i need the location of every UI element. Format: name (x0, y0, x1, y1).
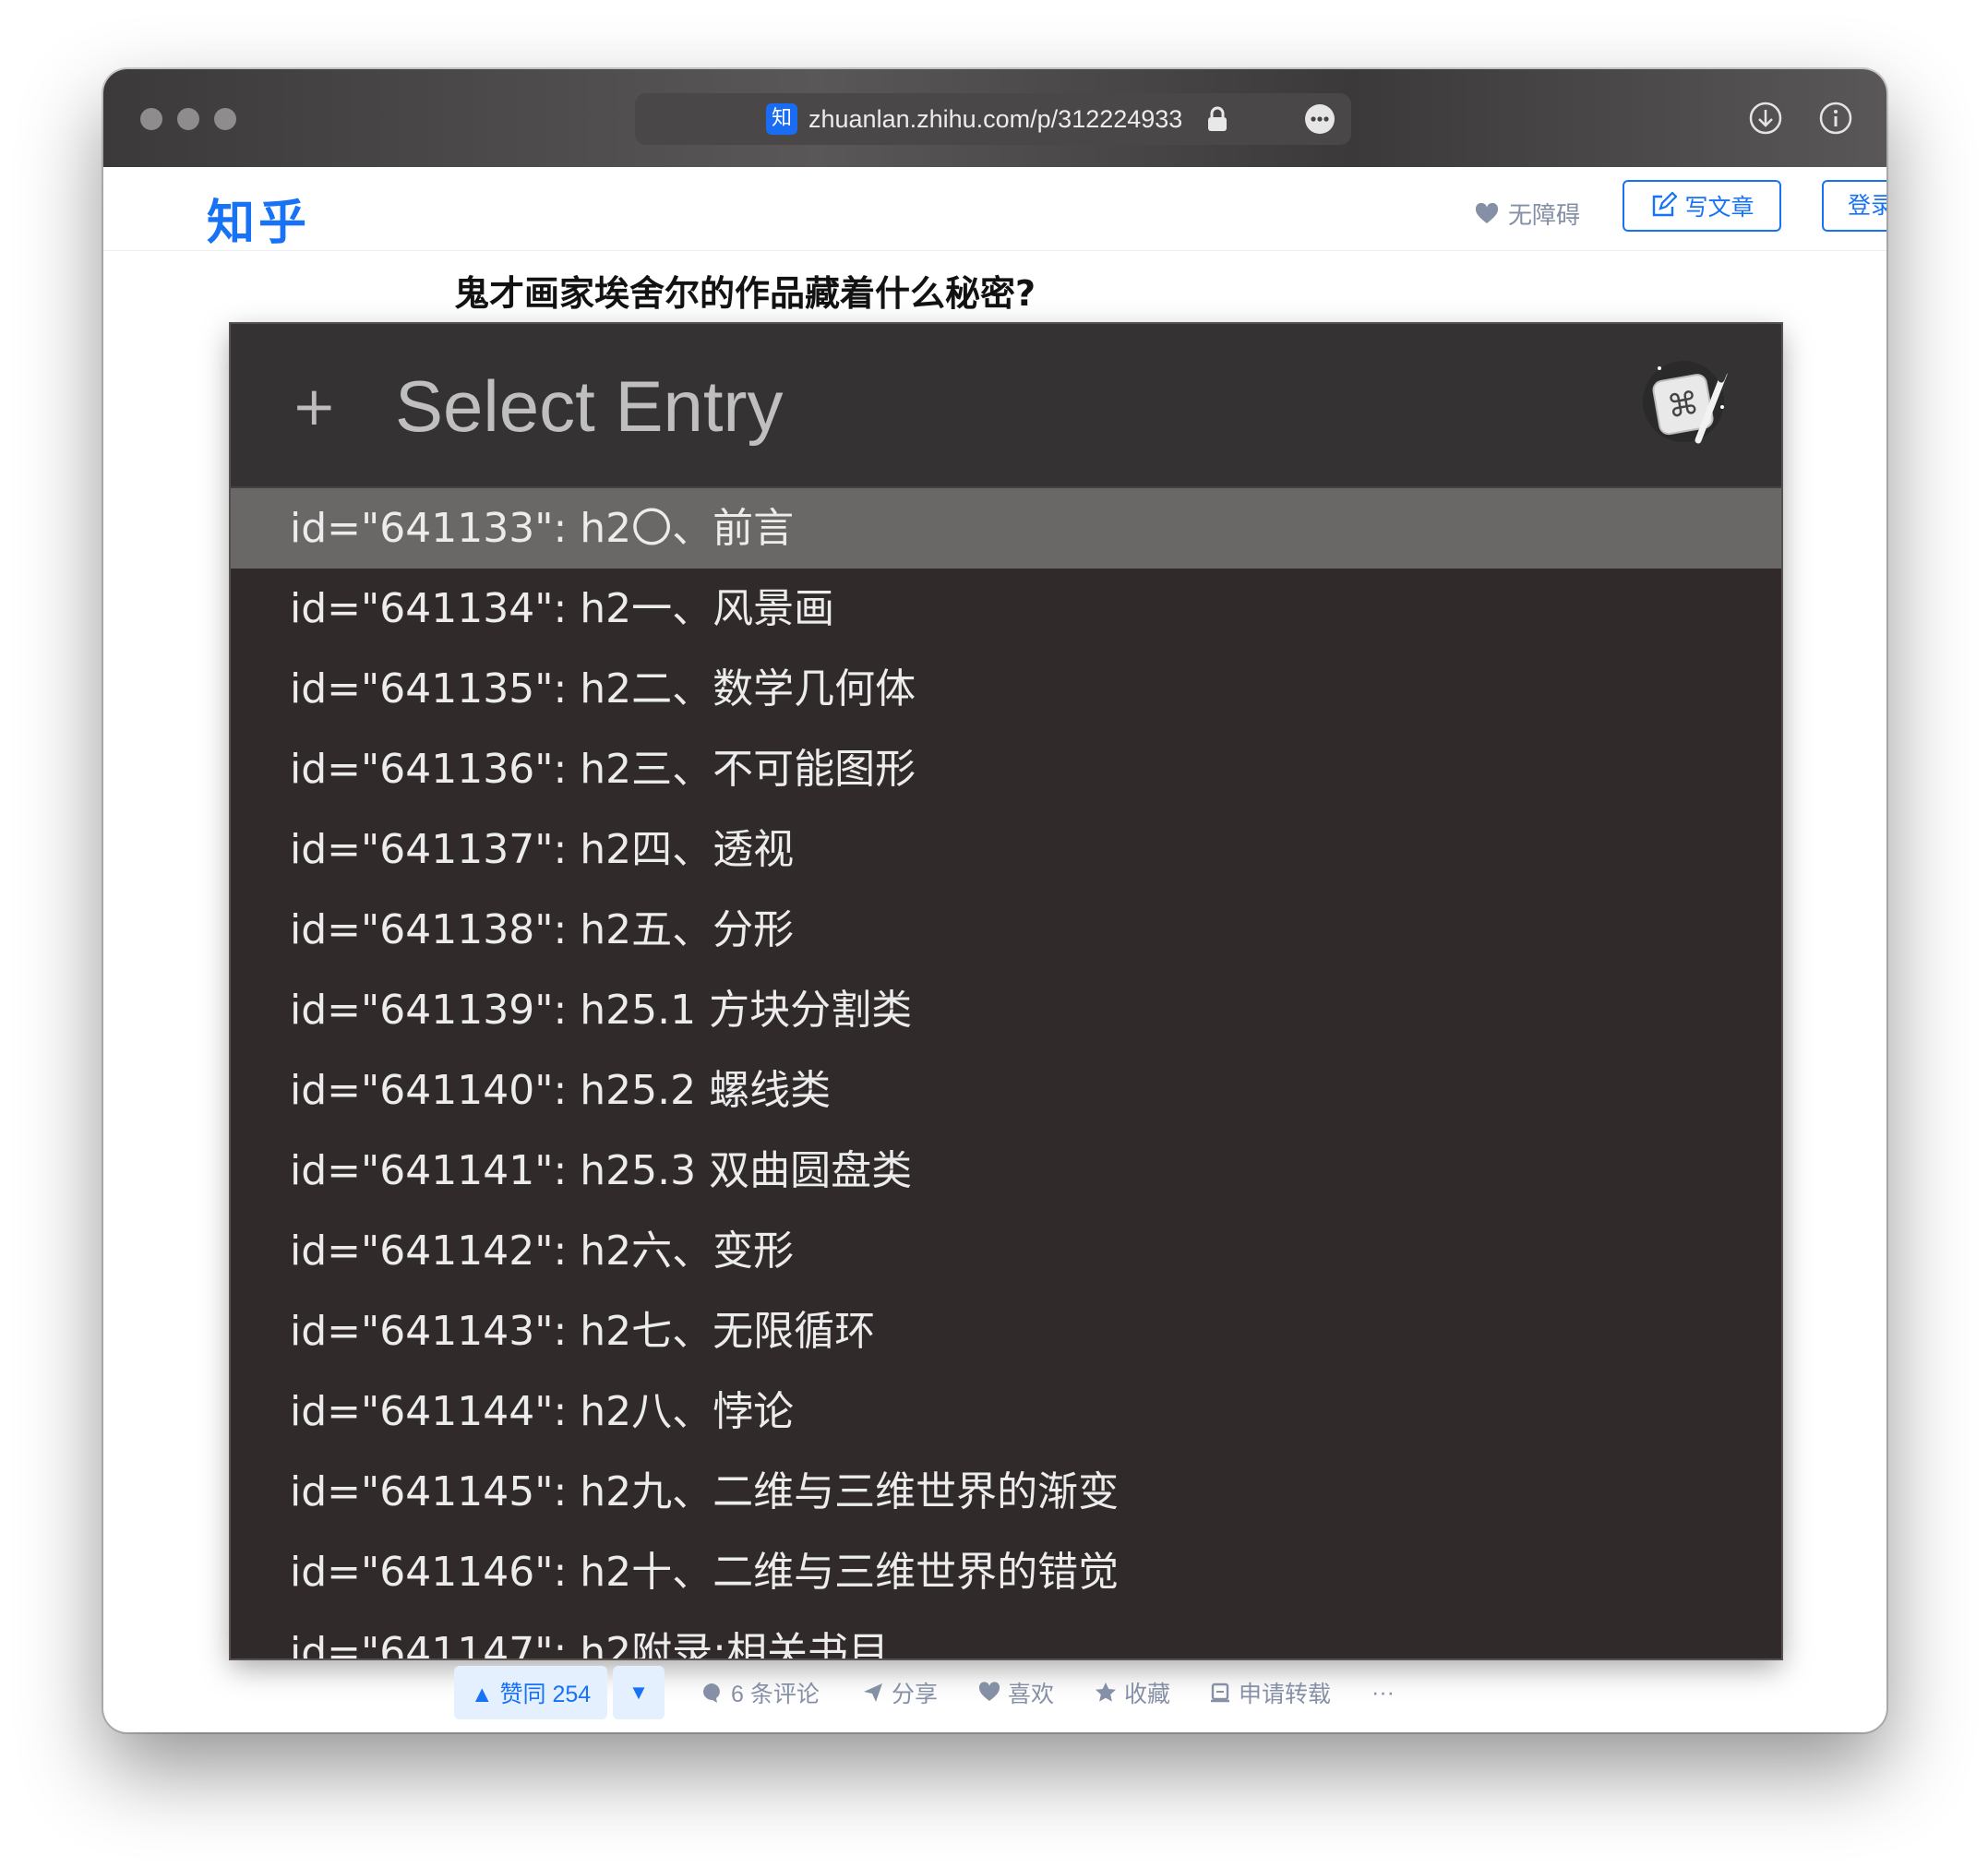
like-label: 喜欢 (1008, 1682, 1055, 1707)
comment-icon (703, 1683, 720, 1703)
entry-item[interactable]: id="641136": h2三、不可能图形 (231, 729, 1781, 809)
accessibility-label: 无障碍 (1508, 201, 1581, 229)
comments-label: 6 条评论 (731, 1682, 820, 1707)
zoom-window-button[interactable] (214, 108, 236, 130)
info-icon[interactable] (1818, 101, 1853, 136)
select-entry-popup: + Select Entry ⌘ id="641133": h2〇、前言 id=… (231, 324, 1781, 1658)
star-icon (1096, 1682, 1116, 1702)
page-menu-button[interactable] (1305, 104, 1335, 134)
share-icon (864, 1683, 882, 1702)
entry-list: id="641133": h2〇、前言 id="641134": h2一、风景画… (231, 488, 1781, 1658)
zhihu-logo[interactable]: 知乎 (207, 184, 310, 253)
add-icon[interactable]: + (292, 379, 337, 433)
ellipsis-icon (1311, 116, 1329, 122)
copyright-icon (1211, 1682, 1229, 1703)
entry-item[interactable]: id="641147": h2附录:相关书目 (231, 1612, 1781, 1658)
lock-icon (1208, 106, 1227, 131)
downvote-button[interactable]: ▼ (613, 1666, 665, 1719)
share-button[interactable]: 分享 (862, 1666, 938, 1719)
collect-label: 收藏 (1124, 1682, 1171, 1707)
repost-label: 申请转载 (1239, 1682, 1332, 1707)
comments-button[interactable]: 6 条评论 (701, 1666, 820, 1719)
more-actions-button[interactable]: ··· (1371, 1666, 1395, 1719)
entry-item[interactable]: id="641135": h2二、数学几何体 (231, 649, 1781, 729)
entry-item[interactable]: id="641138": h2五、分形 (231, 890, 1781, 970)
url-text: zhuanlan.zhihu.com/p/312224933 (808, 105, 1183, 133)
site-favicon-icon: 知 (766, 103, 797, 135)
entry-item[interactable]: id="641134": h2一、风景画 (231, 569, 1781, 649)
browser-toolbar: 知 zhuanlan.zhihu.com/p/312224933 (103, 69, 1886, 167)
edit-icon (1653, 192, 1678, 217)
entry-item[interactable]: id="641137": h2四、透视 (231, 809, 1781, 890)
write-article-label: 写文章 (1684, 195, 1754, 221)
address-bar[interactable]: 知 zhuanlan.zhihu.com/p/312224933 (635, 93, 1351, 145)
entry-item[interactable]: id="641146": h2十、二维与三维世界的错觉 (231, 1532, 1781, 1612)
entry-item[interactable]: id="641133": h2〇、前言 (231, 488, 1781, 569)
site-header: 知乎 无障碍 写文章 登录 (103, 167, 1886, 251)
entry-item[interactable]: id="641141": h25.3 双曲圆盘类 (231, 1131, 1781, 1211)
collect-button[interactable]: 收藏 (1095, 1666, 1170, 1719)
keyboard-maestro-app-icon: ⌘ (1643, 361, 1729, 444)
repost-request-button[interactable]: 申请转载 (1209, 1666, 1331, 1719)
entry-item[interactable]: id="641145": h2九、二维与三维世界的渐变 (231, 1452, 1781, 1532)
article-title: 鬼才画家埃舍尔的作品藏着什么秘密? (454, 273, 1036, 314)
download-icon[interactable] (1748, 101, 1783, 136)
entry-item[interactable]: id="641144": h2八、悖论 (231, 1371, 1781, 1452)
login-button[interactable]: 登录 (1822, 180, 1886, 232)
popup-header: + Select Entry ⌘ (231, 324, 1781, 488)
close-window-button[interactable] (140, 108, 162, 130)
entry-item[interactable]: id="641143": h2七、无限循环 (231, 1291, 1781, 1371)
write-article-button[interactable]: 写文章 (1623, 180, 1781, 232)
heart-icon (1475, 202, 1499, 223)
entry-search-input[interactable]: Select Entry (395, 365, 784, 448)
upvote-button[interactable]: ▲ 赞同 254 (454, 1666, 607, 1719)
entry-item[interactable]: id="641139": h25.1 方块分割类 (231, 970, 1781, 1050)
svg-text:⌘: ⌘ (1664, 384, 1701, 425)
accessibility-link[interactable]: 无障碍 (1475, 197, 1580, 231)
heart-icon (978, 1682, 1000, 1701)
share-label: 分享 (892, 1682, 939, 1707)
entry-item[interactable]: id="641140": h25.2 螺线类 (231, 1050, 1781, 1131)
article-action-bar: ▲ 赞同 254 ▼ 6 条评论 分享 喜欢 收藏 申请转载 ··· (103, 1666, 1886, 1721)
entry-item[interactable]: id="641142": h2六、变形 (231, 1211, 1781, 1291)
browser-window: 知 zhuanlan.zhihu.com/p/312224933 知乎 无障碍 … (103, 69, 1886, 1732)
minimize-window-button[interactable] (177, 108, 199, 130)
like-button[interactable]: 喜欢 (978, 1666, 1054, 1719)
